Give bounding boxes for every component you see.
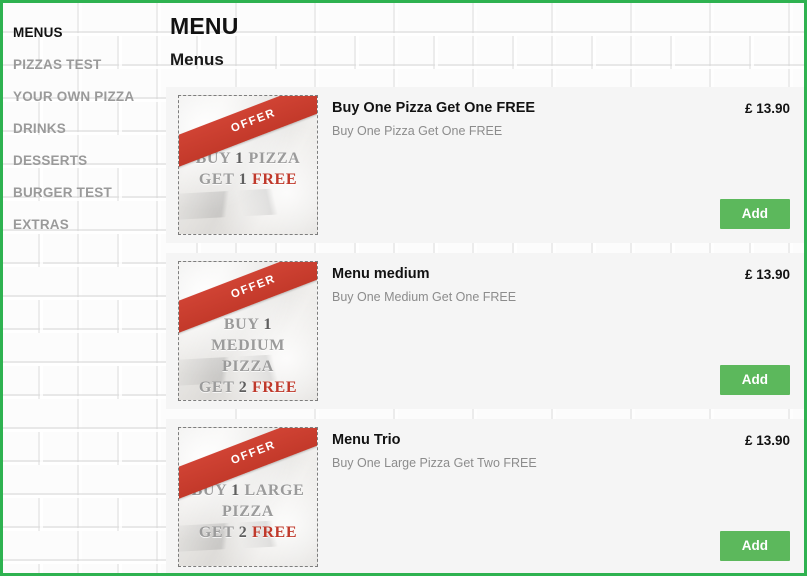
menu-item-name: Menu Trio [332, 432, 401, 448]
coupon-text-line: GET 1 FREE [185, 169, 311, 190]
menu-item-details: Menu medium £ 13.90 Buy One Medium Get One… [318, 261, 804, 401]
coupon-line-quantity: 1 [235, 150, 244, 167]
menu-item-description: Buy One Large Pizza Get Two FREE [332, 456, 537, 470]
menu-item-list: OFFER BUY 1 PIZZA GET 1 FREE Buy One Pizza … [166, 87, 804, 573]
sidebar-item-desserts[interactable]: DESSERTS [11, 145, 166, 177]
coupon-text-line: PIZZA [185, 356, 311, 377]
menu-item-card[interactable]: OFFER BUY 1 PIZZA GET 1 FREE Buy One Pizza … [166, 87, 804, 243]
sidebar-item-extras[interactable]: EXTRAS [11, 209, 166, 241]
category-sidebar: MENUS PIZZAS TEST YOUR OWN PIZZA DRINKS DESS… [3, 3, 166, 573]
offer-ribbon-label: OFFER [229, 272, 278, 301]
menu-item-price: £ 13.90 [744, 101, 790, 116]
menu-item-card[interactable]: OFFER BUY 1 LARGE PIZZA GET 2 FREE Menu Trio… [166, 419, 804, 573]
coupon-line-free: FREE [252, 171, 298, 188]
app-frame: MENUS PIZZAS TEST YOUR OWN PIZZA DRINKS DESS… [0, 0, 807, 576]
menu-item-details: Menu Trio £ 13.90 Buy One Large Pizza Get … [318, 427, 804, 567]
coupon-line-prefix: GET [198, 379, 239, 396]
coupon-line-suffix: MEDIUM [211, 337, 285, 354]
menu-item-price: £ 13.90 [744, 433, 790, 448]
section-title: Menus [170, 50, 224, 69]
menu-item-actions: Add [332, 531, 790, 567]
coupon-line-suffix: PIZZA [243, 150, 301, 167]
coupon-text-line: GET 2 FREE [185, 522, 311, 543]
offer-coupon-image: OFFER BUY 1 LARGE PIZZA GET 2 FREE [178, 427, 318, 567]
add-to-cart-button[interactable]: Add [719, 365, 790, 395]
menu-item-price: £ 13.90 [744, 267, 790, 282]
add-to-cart-button[interactable]: Add [719, 199, 790, 229]
menu-item-actions: Add [332, 199, 790, 235]
page-layout: MENUS PIZZAS TEST YOUR OWN PIZZA DRINKS DESS… [3, 3, 804, 573]
sidebar-item-burger-test[interactable]: BURGER TEST [11, 177, 166, 209]
coupon-line-prefix: PIZZA [222, 358, 274, 375]
add-to-cart-button[interactable]: Add [719, 531, 790, 561]
coupon-text-line: PIZZA [185, 501, 311, 522]
sidebar-item-pizzas-test[interactable]: PIZZAS TEST [11, 49, 166, 81]
menu-item-name: Buy One Pizza Get One FREE [332, 100, 536, 116]
coupon-line-quantity: 1 [263, 316, 273, 333]
menu-item-description: Buy One Medium Get One FREE [332, 290, 517, 304]
menu-item-header: Menu Trio £ 13.90 [332, 431, 790, 450]
coupon-text-line: GET 2 FREE [185, 377, 311, 398]
offer-coupon-image: OFFER BUY 1 PIZZA GET 1 FREE [178, 95, 318, 235]
menu-item-card[interactable]: OFFER BUY 1 MEDIUM PIZZA GET 2 FREE Menu med… [166, 253, 804, 409]
menu-item-description: Buy One Pizza Get One FREE [332, 124, 503, 138]
coupon-line-quantity: 1 [231, 482, 240, 499]
menu-item-actions: Add [332, 365, 790, 401]
offer-coupon-image: OFFER BUY 1 MEDIUM PIZZA GET 2 FREE [178, 261, 318, 401]
menu-item-header: Menu medium £ 13.90 [332, 265, 790, 284]
offer-ribbon-label: OFFER [229, 106, 278, 135]
coupon-line-free: FREE [252, 524, 298, 541]
coupon-line-prefix: GET [198, 171, 239, 188]
coupon-line-free: FREE [252, 379, 298, 396]
sidebar-item-menus[interactable]: MENUS [11, 17, 166, 49]
page-title: MENU [170, 13, 239, 39]
coupon-line-prefix: BUY [223, 316, 264, 333]
coupon-line-prefix: GET [198, 524, 239, 541]
coupon-line-suffix: LARGE [239, 482, 305, 499]
menu-item-details: Buy One Pizza Get One FREE £ 13.90 Buy One… [318, 95, 804, 235]
menu-item-name: Menu medium [332, 266, 430, 282]
coupon-line-prefix: PIZZA [222, 503, 274, 520]
main-content: MENU Menus OFFER BUY 1 PIZZA GET 1 FREE Buy… [166, 3, 804, 573]
sidebar-item-drinks[interactable]: DRINKS [11, 113, 166, 145]
sidebar-item-your-own-pizza[interactable]: YOUR OWN PIZZA [11, 81, 166, 113]
offer-ribbon-label: OFFER [229, 438, 278, 467]
coupon-text: BUY 1 MEDIUM PIZZA GET 2 FREE [179, 314, 317, 398]
menu-item-header: Buy One Pizza Get One FREE £ 13.90 [332, 99, 790, 118]
